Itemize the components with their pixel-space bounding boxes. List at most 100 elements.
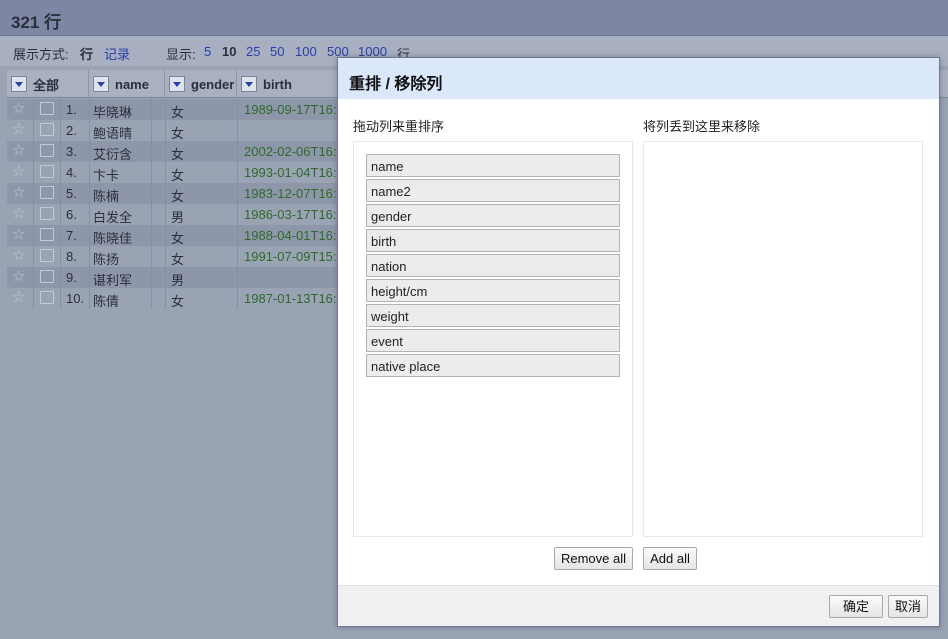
name-cell[interactable]: 谌利军 xyxy=(93,270,132,289)
gender-cell[interactable]: 女 xyxy=(171,291,184,310)
name-cell[interactable]: 白发全 xyxy=(93,207,132,226)
column-item[interactable]: birth xyxy=(366,229,620,252)
name-cell[interactable]: 卞卡 xyxy=(93,165,119,184)
cell-divider xyxy=(33,183,34,204)
dropdown-icon[interactable] xyxy=(11,76,27,92)
page-size-5[interactable]: 5 xyxy=(204,44,211,59)
name-column-header[interactable]: name xyxy=(89,70,165,98)
column-item[interactable]: weight xyxy=(366,304,620,327)
star-icon[interactable]: ☆ xyxy=(12,185,25,201)
flag-icon[interactable] xyxy=(40,144,54,157)
mode-rows-option[interactable]: 行 xyxy=(80,44,93,63)
cell-divider xyxy=(237,246,238,267)
gender-cell[interactable]: 女 xyxy=(171,165,184,184)
dropdown-icon[interactable] xyxy=(93,76,109,92)
flag-icon[interactable] xyxy=(40,123,54,136)
name-cell[interactable]: 陈楠 xyxy=(93,186,119,205)
name-cell[interactable]: 毕晓琳 xyxy=(93,102,132,121)
mode-records-link[interactable]: 记录 xyxy=(104,44,130,63)
cell-divider xyxy=(151,267,152,288)
name-cell[interactable]: 陈倩 xyxy=(93,291,119,310)
dialog-header: 重排 / 移除列 xyxy=(338,58,939,99)
ok-button[interactable]: 确定 xyxy=(829,595,883,618)
birth-cell[interactable]: 1989-09-17T16:00 xyxy=(244,102,351,117)
table-row[interactable]: ☆ 7. 陈晓佳 女 1988-04-01T16:00 xyxy=(7,225,351,247)
flag-icon[interactable] xyxy=(40,270,54,283)
cell-divider xyxy=(151,99,152,120)
column-item[interactable]: native place xyxy=(366,354,620,377)
birth-cell[interactable]: 1988-04-01T16:00 xyxy=(244,228,351,243)
table-row[interactable]: ☆ 8. 陈扬 女 1991-07-09T15:00 xyxy=(7,246,351,268)
cell-divider xyxy=(165,267,166,288)
star-icon[interactable]: ☆ xyxy=(12,227,25,243)
page-size-50[interactable]: 50 xyxy=(270,44,284,59)
remove-all-button[interactable]: Remove all xyxy=(554,547,633,570)
birth-cell[interactable]: 1983-12-07T16:00 xyxy=(244,186,351,201)
cell-divider xyxy=(165,225,166,246)
birth-cell[interactable]: 1987-01-13T16:00 xyxy=(244,291,351,306)
reorder-column-list[interactable]: name name2 gender birth nation height/cm weigh… xyxy=(353,141,633,537)
gender-cell[interactable]: 女 xyxy=(171,228,184,247)
column-item[interactable]: nation xyxy=(366,254,620,277)
flag-icon[interactable] xyxy=(40,249,54,262)
star-icon[interactable]: ☆ xyxy=(12,164,25,180)
table-row[interactable]: ☆ 4. 卞卡 女 1993-01-04T16:00 xyxy=(7,162,351,184)
remove-drop-zone[interactable] xyxy=(643,141,923,537)
flag-icon[interactable] xyxy=(40,207,54,220)
table-row[interactable]: ☆ 9. 谌利军 男 xyxy=(7,267,342,288)
column-item[interactable]: event xyxy=(366,329,620,352)
row-index: 8. xyxy=(66,249,77,264)
column-item[interactable]: name2 xyxy=(366,179,620,202)
column-item[interactable]: gender xyxy=(366,204,620,227)
birth-cell[interactable]: 2002-02-06T16:00 xyxy=(244,144,351,159)
flag-icon[interactable] xyxy=(40,102,54,115)
gender-cell[interactable]: 男 xyxy=(171,207,184,226)
gender-cell[interactable]: 女 xyxy=(171,186,184,205)
birth-cell[interactable]: 1993-01-04T16:00 xyxy=(244,165,351,180)
page-size-25[interactable]: 25 xyxy=(246,44,260,59)
flag-icon[interactable] xyxy=(40,228,54,241)
star-icon[interactable]: ☆ xyxy=(12,248,25,264)
all-column-header[interactable]: 全部 xyxy=(7,70,89,98)
star-icon[interactable]: ☆ xyxy=(12,206,25,222)
birth-cell[interactable]: 1986-03-17T16:00 xyxy=(244,207,351,222)
table-row[interactable]: ☆ 1. 毕晓琳 女 1989-09-17T16:00 xyxy=(7,99,351,121)
add-all-button[interactable]: Add all xyxy=(643,547,697,570)
table-row[interactable]: ☆ 2. 鲍语晴 女 xyxy=(7,120,342,141)
name-cell[interactable]: 艾衍含 xyxy=(93,144,132,163)
gender-cell[interactable]: 女 xyxy=(171,102,184,121)
flag-icon[interactable] xyxy=(40,291,54,304)
birth-cell[interactable]: 1991-07-09T15:00 xyxy=(244,249,351,264)
page-size-100[interactable]: 100 xyxy=(295,44,317,59)
column-item[interactable]: name xyxy=(366,154,620,177)
star-icon[interactable]: ☆ xyxy=(12,101,25,117)
dropdown-icon[interactable] xyxy=(241,76,257,92)
gender-column-header[interactable]: gender xyxy=(165,70,237,98)
cancel-button[interactable]: 取消 xyxy=(888,595,928,618)
page-size-10[interactable]: 10 xyxy=(222,44,236,59)
flag-icon[interactable] xyxy=(40,165,54,178)
gender-cell[interactable]: 女 xyxy=(171,123,184,142)
table-row[interactable]: ☆ 6. 白发全 男 1986-03-17T16:00 xyxy=(7,204,351,226)
gender-cell[interactable]: 女 xyxy=(171,144,184,163)
cell-divider xyxy=(151,204,152,225)
column-label: birth xyxy=(263,76,292,92)
gender-cell[interactable]: 女 xyxy=(171,249,184,268)
name-cell[interactable]: 鲍语晴 xyxy=(93,123,132,142)
dropdown-icon[interactable] xyxy=(169,76,185,92)
table-row[interactable]: ☆ 10. 陈倩 女 1987-01-13T16:00 xyxy=(7,288,351,310)
birth-column-header[interactable]: birth xyxy=(237,70,342,98)
flag-icon[interactable] xyxy=(40,186,54,199)
star-icon[interactable]: ☆ xyxy=(12,122,25,138)
star-icon[interactable]: ☆ xyxy=(12,269,25,285)
star-icon[interactable]: ☆ xyxy=(12,143,25,159)
column-item[interactable]: height/cm xyxy=(366,279,620,302)
cell-divider xyxy=(33,204,34,225)
table-row[interactable]: ☆ 3. 艾衍含 女 2002-02-06T16:00 xyxy=(7,141,351,163)
gender-cell[interactable]: 男 xyxy=(171,270,184,289)
star-icon[interactable]: ☆ xyxy=(12,290,25,306)
name-cell[interactable]: 陈扬 xyxy=(93,249,119,268)
show-as-label: 展示方式: xyxy=(13,47,69,62)
table-row[interactable]: ☆ 5. 陈楠 女 1983-12-07T16:00 xyxy=(7,183,351,205)
name-cell[interactable]: 陈晓佳 xyxy=(93,228,132,247)
